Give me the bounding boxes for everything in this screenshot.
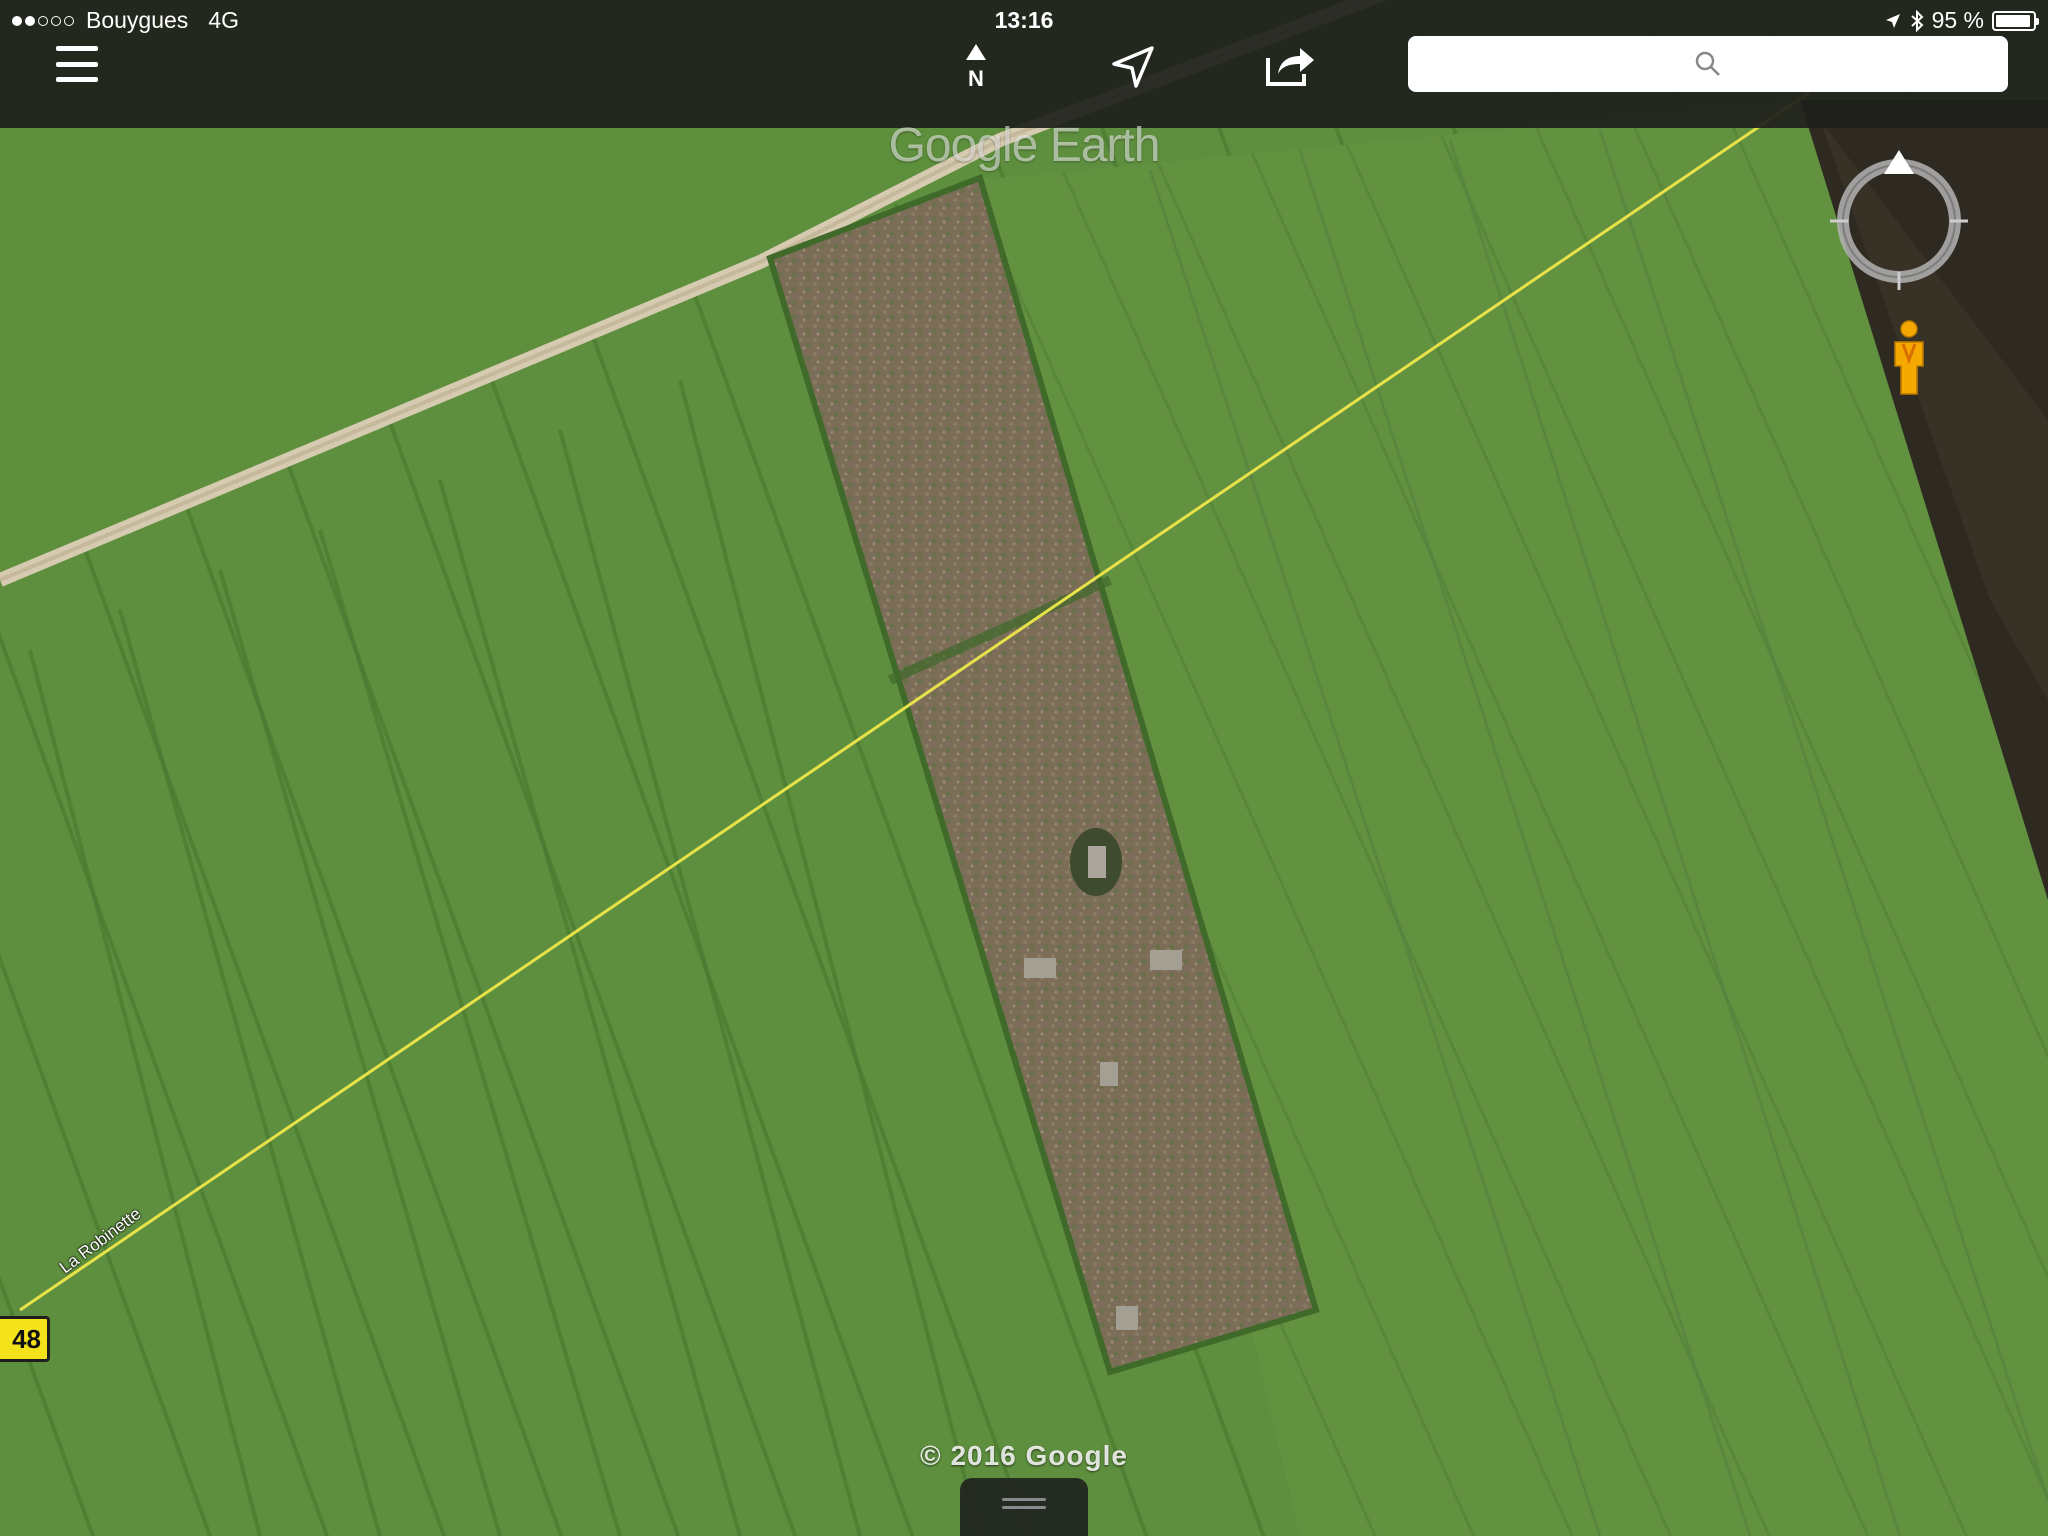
- pegman-icon: [1894, 320, 1924, 395]
- menu-button[interactable]: [52, 46, 102, 82]
- search-bar[interactable]: [1408, 36, 2008, 92]
- battery-percent: 95 %: [1931, 7, 1984, 33]
- bunker-3: [1150, 950, 1182, 970]
- street-view-pegman[interactable]: [1890, 320, 1928, 396]
- battery-icon: [1992, 10, 2039, 31]
- bluetooth-icon: [1910, 9, 1924, 32]
- my-location-button[interactable]: [1108, 42, 1160, 90]
- route-shield: 48: [0, 1316, 50, 1362]
- copyright-notice: © 2016 Google: [920, 1440, 1128, 1471]
- drawer-handle-icon: [1002, 1498, 1046, 1501]
- satellite-map[interactable]: [0, 0, 2048, 1536]
- bunker-4: [1100, 1062, 1118, 1086]
- bunker-5: [1116, 1306, 1138, 1330]
- hamburger-menu-icon: [56, 46, 98, 51]
- north-up-button[interactable]: N: [958, 42, 994, 92]
- share-icon: [1266, 48, 1314, 86]
- bunker-2: [1024, 958, 1056, 978]
- status-bar: Bouygues 4G 13:16 95 %: [0, 0, 2048, 40]
- google-earth-watermark: Google Earth: [888, 119, 1161, 172]
- magnifier-icon: [1695, 51, 1720, 76]
- share-button[interactable]: [1262, 42, 1318, 90]
- map-imagery: [0, 0, 2048, 1536]
- bunker-1: [1088, 846, 1106, 878]
- north-arrow-icon: N: [966, 44, 986, 91]
- bottom-drawer-handle[interactable]: [960, 1478, 1088, 1536]
- location-services-icon: [1885, 13, 1900, 28]
- top-toolbar: Bouygues 4G 13:16 95 % N: [0, 0, 2048, 128]
- location-arrow-icon: [1112, 46, 1154, 88]
- compass-control[interactable]: [1826, 148, 1972, 294]
- clock: 13:16: [994, 7, 1054, 33]
- compass-ring-icon: [1830, 150, 1968, 290]
- north-label: N: [968, 66, 984, 91]
